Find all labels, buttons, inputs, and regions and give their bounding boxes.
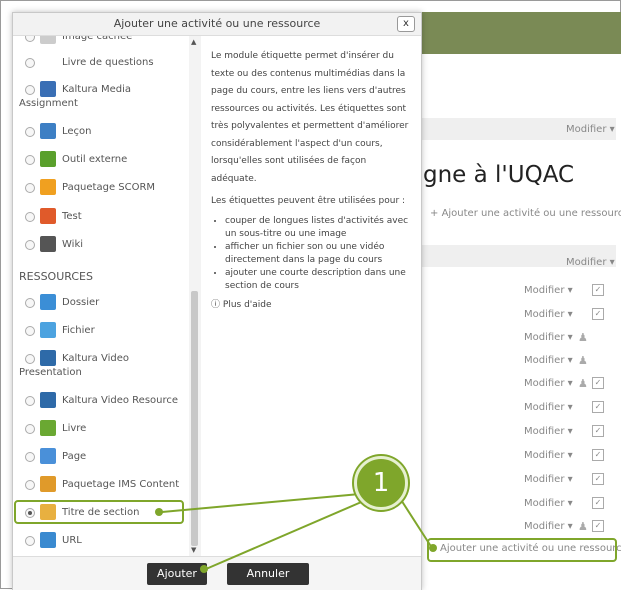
callout-dot (155, 508, 163, 516)
callout-dot (200, 565, 208, 573)
callout-dot (429, 544, 437, 552)
step-number-callout: 1 (354, 456, 408, 510)
add-link-highlight (427, 538, 617, 562)
